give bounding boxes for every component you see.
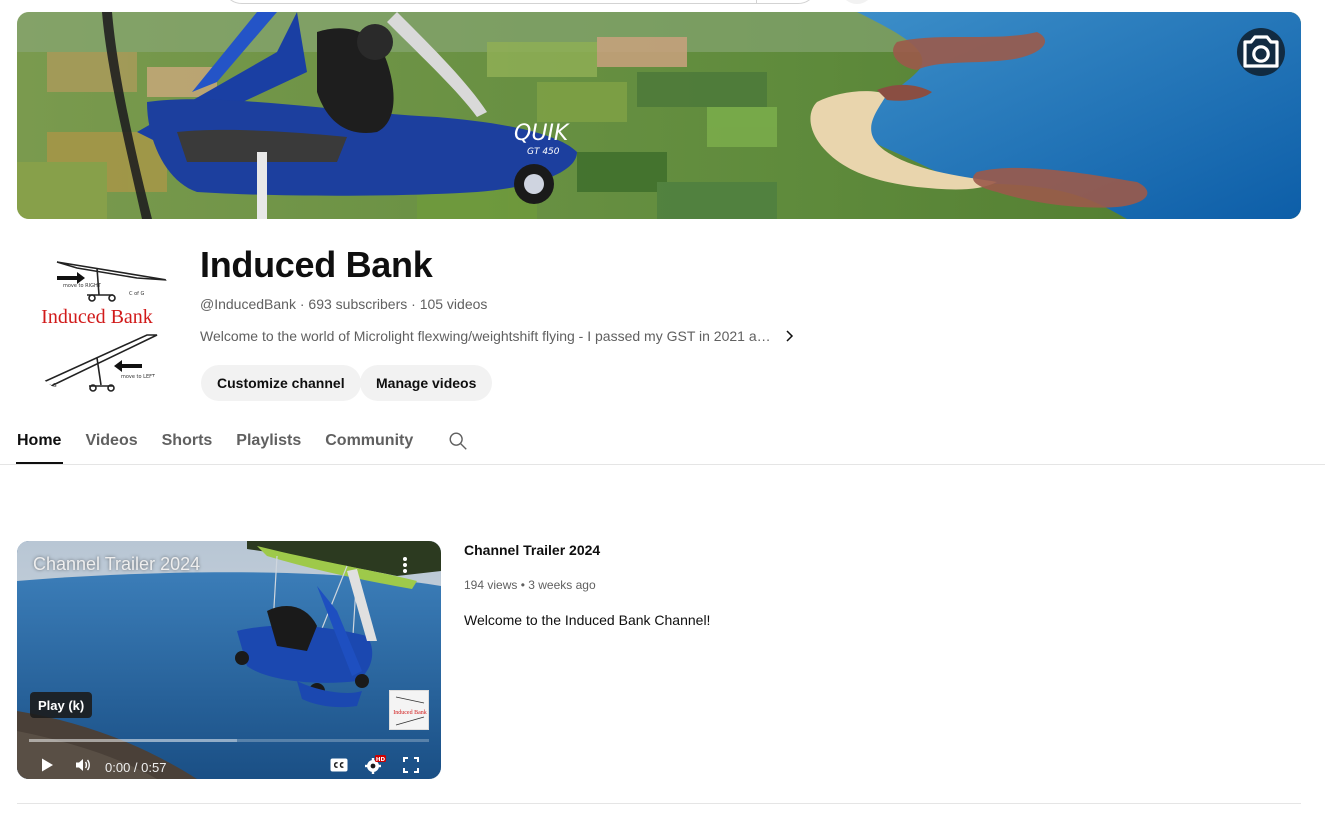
search-icon bbox=[449, 432, 467, 450]
more-options-button[interactable] bbox=[393, 553, 417, 577]
voice-search-button[interactable] bbox=[840, 0, 874, 4]
fullscreen-button[interactable] bbox=[399, 753, 423, 777]
tab-videos[interactable]: Videos bbox=[85, 418, 137, 464]
avatar-label-cog: C of G bbox=[129, 291, 144, 297]
time-total: 0:57 bbox=[141, 760, 167, 775]
channel-avatar[interactable]: move to RIGHT C of G move to LEFT < G In… bbox=[17, 240, 177, 400]
video-player[interactable]: Channel Trailer 2024 Play (k) Induced Ba… bbox=[17, 541, 441, 779]
time-current: 0:00 bbox=[105, 760, 131, 775]
channel-meta: @InducedBank · 693 subscribers · 105 vid… bbox=[200, 296, 487, 312]
chevron-right-icon bbox=[781, 328, 797, 344]
video-overlay-title: Channel Trailer 2024 bbox=[33, 554, 201, 574]
search-bar-divider bbox=[756, 0, 757, 3]
tabs-divider bbox=[0, 464, 1325, 465]
upload-age: 3 weeks ago bbox=[528, 578, 596, 592]
section-divider bbox=[17, 803, 1301, 804]
subscriber-count: 693 subscribers bbox=[308, 296, 408, 312]
avatar-label-right: move to RIGHT bbox=[63, 283, 102, 289]
video-title[interactable]: Channel Trailer 2024 bbox=[464, 542, 600, 558]
progress-bar[interactable] bbox=[29, 739, 429, 742]
avatar-label-g: < G bbox=[47, 383, 57, 389]
more-vert-icon bbox=[403, 557, 407, 573]
tab-community[interactable]: Community bbox=[325, 418, 413, 464]
channel-description-text: Welcome to the world of Microlight flexw… bbox=[200, 328, 771, 344]
banner-aircraft-model: GT 450 bbox=[527, 147, 560, 157]
meta-separator: · bbox=[295, 296, 309, 312]
meta-separator: · bbox=[407, 296, 420, 312]
gear-icon: HD bbox=[365, 755, 386, 774]
video-description: Welcome to the Induced Bank Channel! bbox=[464, 612, 711, 628]
play-tooltip: Play (k) bbox=[30, 692, 93, 718]
fullscreen-icon bbox=[403, 757, 419, 773]
avatar-label-left: move to LEFT bbox=[121, 374, 156, 380]
player-controls: 0:00 / 0:57 HD bbox=[17, 747, 441, 779]
search-bar[interactable] bbox=[222, 0, 818, 4]
video-thumbnail bbox=[17, 541, 441, 779]
channel-tabs: Home Videos Shorts Playlists Community bbox=[15, 418, 469, 464]
channel-name: Induced Bank bbox=[200, 244, 433, 285]
view-count: 194 views bbox=[464, 578, 518, 592]
channel-banner: QUIK GT 450 bbox=[17, 12, 1301, 219]
progress-buffer bbox=[29, 739, 237, 742]
induced-bank-logo: move to RIGHT C of G move to LEFT < G In… bbox=[17, 240, 177, 400]
tab-home[interactable]: Home bbox=[15, 418, 64, 464]
channel-handle: @InducedBank bbox=[200, 296, 296, 312]
camera-icon bbox=[1243, 35, 1279, 68]
hd-badge-text: HD bbox=[376, 757, 386, 763]
time-separator: / bbox=[130, 760, 142, 775]
watermark-logo: Induced Bank bbox=[393, 696, 427, 726]
settings-button[interactable]: HD bbox=[363, 753, 387, 777]
watermark-text: Induced Bank bbox=[393, 710, 427, 716]
customize-channel-button[interactable]: Customize channel bbox=[201, 365, 361, 401]
play-icon bbox=[42, 758, 53, 772]
channel-watermark[interactable]: Induced Bank bbox=[389, 690, 429, 730]
channel-search-button[interactable] bbox=[447, 418, 469, 457]
avatar-logo-text: Induced Bank bbox=[41, 306, 153, 328]
channel-description[interactable]: Welcome to the world of Microlight flexw… bbox=[200, 328, 797, 344]
video-count: 105 videos bbox=[419, 296, 488, 312]
mute-button[interactable] bbox=[71, 753, 95, 777]
tab-shorts[interactable]: Shorts bbox=[162, 418, 213, 464]
edit-banner-button[interactable] bbox=[1237, 28, 1285, 76]
time-display: 0:00 / 0:57 bbox=[105, 760, 166, 775]
manage-videos-button[interactable]: Manage videos bbox=[360, 365, 493, 401]
play-button[interactable] bbox=[35, 753, 59, 777]
volume-icon bbox=[76, 759, 90, 771]
banner-image: QUIK GT 450 bbox=[17, 12, 1301, 219]
captions-icon bbox=[330, 758, 348, 772]
meta-separator: • bbox=[517, 578, 529, 592]
tab-playlists[interactable]: Playlists bbox=[236, 418, 301, 464]
video-meta: 194 views • 3 weeks ago bbox=[464, 578, 596, 592]
banner-aircraft-label: QUIK bbox=[514, 121, 570, 146]
captions-button[interactable] bbox=[327, 753, 351, 777]
